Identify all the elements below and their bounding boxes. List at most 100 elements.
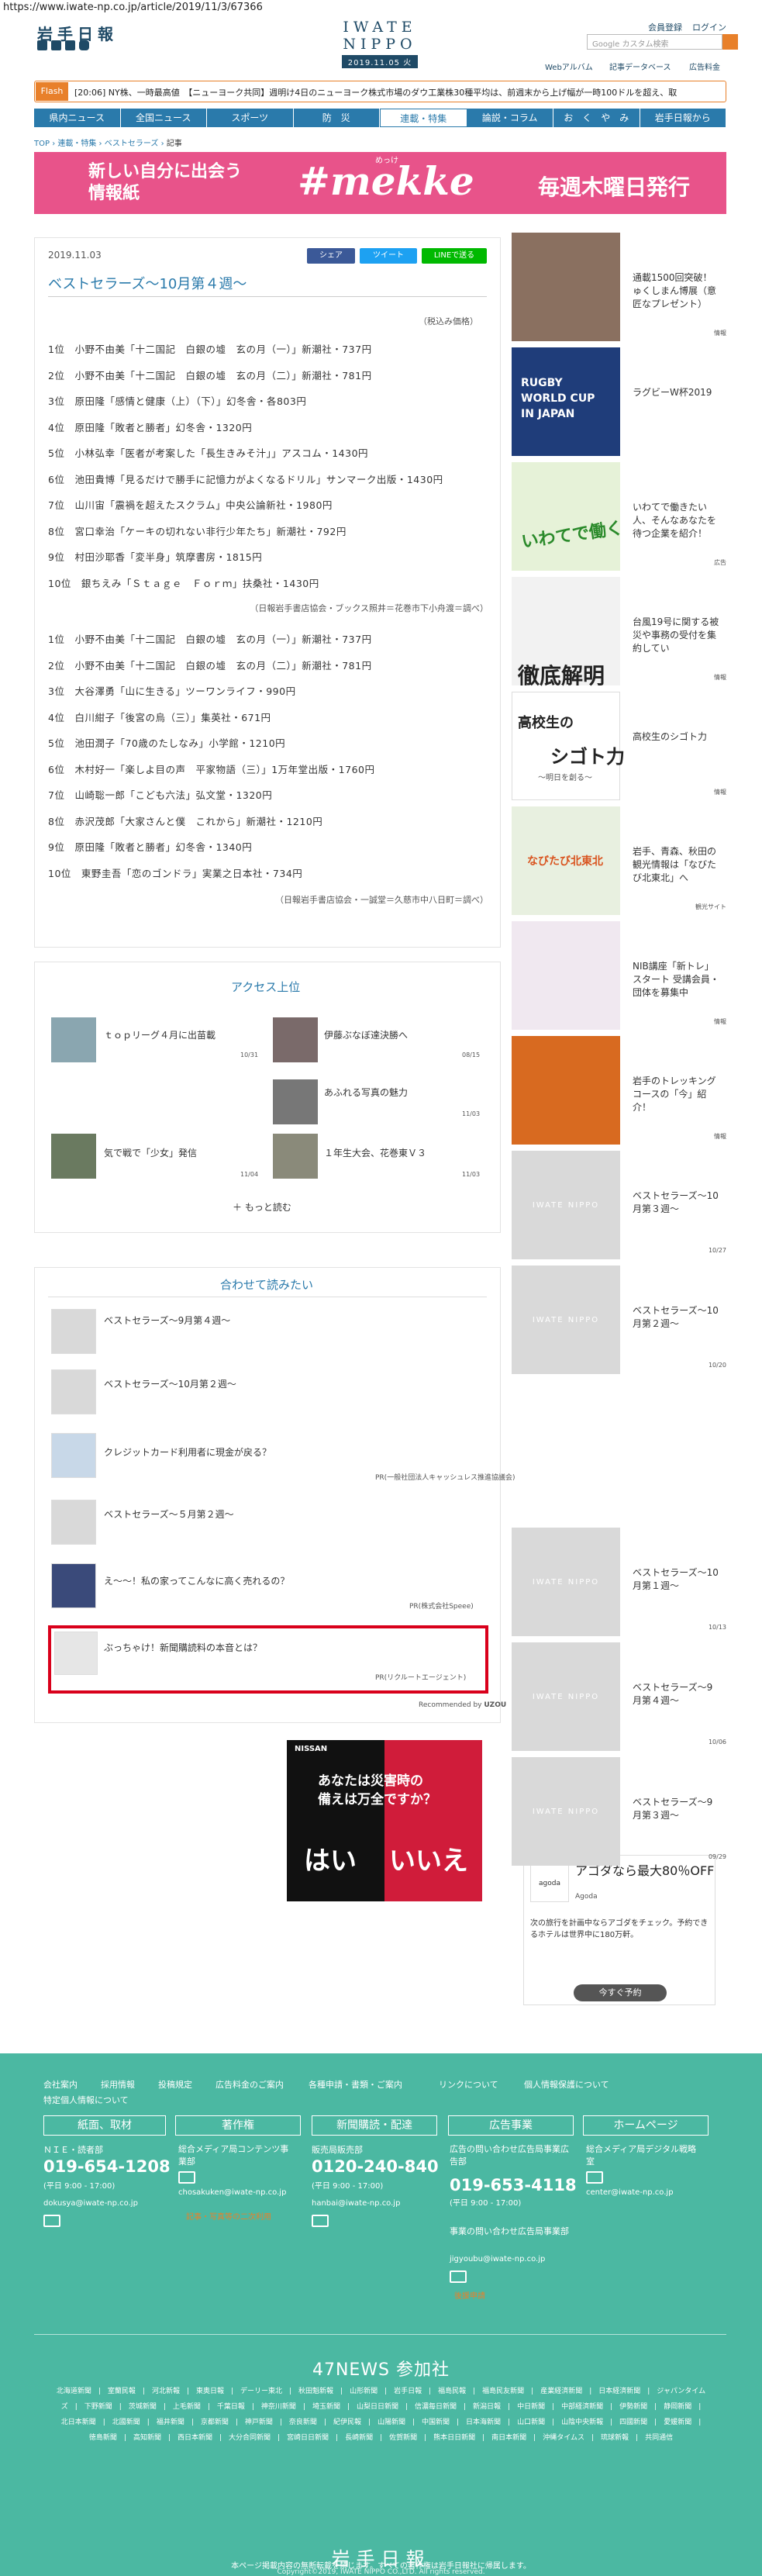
mail-icon[interactable] — [312, 2215, 329, 2227]
sidebar-thumb[interactable]: IWATE NIPPO — [512, 1642, 620, 1751]
access-item-2[interactable]: 伊藤ぶなぼ達決勝へ — [324, 1028, 408, 1041]
mail-icon[interactable] — [586, 2171, 603, 2184]
sidebar-item-title[interactable]: ベストセラーズ～9月第３週～ — [633, 1796, 719, 1822]
sidebar-thumb[interactable] — [512, 233, 620, 341]
footer-col3-tel[interactable]: 0120-240-840 — [312, 2157, 439, 2176]
related-item-5[interactable]: え～～！私の家ってこんなに高く売れるの？ — [104, 1574, 289, 1587]
access-thumb-3[interactable] — [273, 1079, 318, 1124]
member-register-link[interactable]: 会員登録 — [648, 21, 682, 33]
sidebar-thumb[interactable] — [512, 1036, 620, 1145]
sidebar-item-title[interactable]: ベストセラーズ～9月第４週～ — [633, 1681, 719, 1708]
highlighted-related-item[interactable] — [48, 1625, 488, 1694]
sidebar-item-title[interactable]: ベストセラーズ～10月第３週～ — [633, 1190, 719, 1216]
nav-item-features[interactable]: 連載・特集 — [380, 109, 467, 127]
related-item-6[interactable]: ぶっちゃけ！新聞購読料の本音とは？ — [104, 1641, 262, 1654]
footer-link-forms[interactable]: 各種申請・書類・ご案内 — [309, 2078, 402, 2091]
share-twitter-button[interactable]: ツイート — [360, 248, 417, 264]
footer-col4-mail[interactable]: jigyoubu@iwate-np.co.jp — [450, 2255, 545, 2263]
footer-col1-tel[interactable]: 019-654-1208 — [43, 2157, 171, 2176]
access-item-4[interactable]: 気で戦で「少女」発信 — [104, 1146, 197, 1159]
footer-link-adrates[interactable]: 広告料金のご案内 — [215, 2078, 284, 2091]
access-thumb-2[interactable] — [273, 1017, 318, 1062]
nav-item-column[interactable]: 論説・コラム — [467, 109, 553, 127]
site-logo[interactable]: 岩手日報 — [37, 22, 118, 44]
footer-link-submission[interactable]: 投稿規定 — [158, 2078, 192, 2091]
related-thumb-1[interactable] — [51, 1309, 96, 1354]
related-thumb-6[interactable] — [54, 1632, 98, 1675]
mail-icon[interactable] — [43, 2215, 60, 2227]
nav-item-okuyami[interactable]: お く や み — [553, 109, 640, 127]
agoda-ad[interactable]: agoda アゴダなら最大80％OFF Agoda 次の旅行を計画中ならアゴダを… — [523, 1855, 715, 2005]
footer-col2-link[interactable]: 記事・写真等の二次利用 — [186, 2210, 271, 2222]
share-line-button[interactable]: LINEで送る — [422, 248, 487, 264]
footer-link-mynumber[interactable]: 特定個人情報について — [43, 2094, 129, 2106]
mekke-banner[interactable]: 新しい自分に出会う 情報紙 めっけ #mekke 毎週木曜日発行 — [34, 152, 726, 214]
access-thumb-4[interactable] — [51, 1134, 96, 1179]
sidebar-thumb[interactable] — [512, 921, 620, 1030]
browser-url[interactable]: https://www.iwate-np.co.jp/article/2019/… — [3, 2, 263, 13]
access-item-5[interactable]: １年生大会、花巻東Ｖ３ — [324, 1146, 426, 1159]
nav-item-national[interactable]: 全国ニュース — [121, 109, 207, 127]
access-item-1[interactable]: ｔｏｐリーグ４月に出苗載 — [104, 1028, 215, 1041]
agoda-book-button[interactable]: 今すぐ予約 — [574, 1984, 667, 2001]
sidebar-thumb[interactable]: IWATE NIPPO — [512, 1757, 620, 1866]
sidebar-item-title[interactable]: 通載1500回突破！ゅくしまん博展（意匠なプレゼント） — [633, 271, 719, 311]
footer-col4-link[interactable]: 後援申請 — [454, 2289, 485, 2301]
sidebar-item-title[interactable]: 高校生のシゴト力 — [633, 730, 719, 744]
center-logo[interactable]: IWATE NIPPO 2019.11.05 火 — [302, 19, 457, 68]
access-thumb-1[interactable] — [51, 1017, 96, 1062]
sidebar-thumb[interactable]: IWATE NIPPO — [512, 1151, 620, 1259]
footer-col5-mail[interactable]: center@iwate-np.co.jp — [586, 2188, 674, 2197]
facebook-icon[interactable] — [51, 40, 61, 50]
footer-col1-mail[interactable]: dokusya@iwate-np.co.jp — [43, 2199, 138, 2208]
header-link-database[interactable]: 記事データベース — [609, 60, 671, 72]
search-input[interactable]: Google カスタム検索 — [587, 34, 722, 50]
more-link[interactable]: ＋ もっと読む — [233, 1200, 291, 1214]
flash-text[interactable]: [20:06] NY株、一時最高値 【ニューヨーク共同】週明け4日のニューヨーク… — [74, 86, 722, 98]
sidebar-item-title[interactable]: 岩手のトレッキングコースの「今」紹介！ — [633, 1075, 719, 1114]
login-link[interactable]: ログイン — [692, 21, 726, 33]
twitter-icon[interactable] — [37, 40, 47, 50]
footer-link-recruit[interactable]: 採用情報 — [101, 2078, 135, 2091]
related-thumb-3[interactable] — [51, 1433, 96, 1478]
sidebar-item-title[interactable]: ラグビーW杯2019 — [633, 386, 719, 399]
instagram-icon[interactable] — [79, 40, 89, 50]
breadcrumb-features[interactable]: 連載・特集 — [57, 140, 96, 148]
sidebar-thumb[interactable]: IWATE NIPPO — [512, 1266, 620, 1374]
footer-link-linking[interactable]: リンクについて — [439, 2078, 498, 2091]
related-thumb-5[interactable] — [51, 1563, 96, 1608]
related-item-4[interactable]: ベストセラーズ～５月第２週～ — [104, 1507, 234, 1521]
access-item-3[interactable]: あふれる写真の魅力 — [324, 1086, 408, 1099]
nav-item-sports[interactable]: スポーツ — [207, 109, 294, 127]
footer-link-company[interactable]: 会社案内 — [43, 2078, 78, 2091]
sidebar-item-title[interactable]: 台風19号に関する被災や事務の受付を集約してい — [633, 616, 719, 655]
sidebar-item-title[interactable]: ベストセラーズ～10月第２週～ — [633, 1304, 719, 1331]
access-thumb-5[interactable] — [273, 1134, 318, 1179]
nav-item-from-nippo[interactable]: 岩手日報から — [640, 109, 726, 127]
related-item-2[interactable]: ベストセラーズ～10月第２週～ — [104, 1377, 236, 1390]
mail-icon[interactable] — [178, 2171, 195, 2184]
sidebar-thumb[interactable]: IWATE NIPPO — [512, 1528, 620, 1636]
footer-col4-tel[interactable]: 019-653-4118 — [450, 2176, 577, 2194]
footer-col2-mail[interactable]: chosakuken@iwate-np.co.jp — [178, 2188, 286, 2197]
nissan-ad[interactable]: NISSAN あなたは災害時の 備えは万全ですか？ はい いいえ — [287, 1740, 482, 1901]
breadcrumb-bestsellers[interactable]: ベストセラーズ — [105, 140, 159, 148]
header-link-ad[interactable]: 広告料金 — [689, 60, 720, 72]
nav-item-bousai[interactable]: 防 災 — [294, 109, 380, 127]
sidebar-item-title[interactable]: いわてで働きたい人、そんなあなたを待つ企業を紹介！ — [633, 501, 719, 540]
related-item-1[interactable]: ベストセラーズ～9月第４週～ — [104, 1314, 230, 1327]
related-thumb-4[interactable] — [51, 1500, 96, 1545]
footer-col3-mail[interactable]: hanbai@iwate-np.co.jp — [312, 2199, 400, 2208]
line-icon[interactable] — [65, 40, 75, 50]
mail-icon[interactable] — [450, 2270, 467, 2283]
search-button[interactable] — [722, 34, 738, 50]
share-facebook-button[interactable]: シェア — [307, 248, 355, 264]
header-link-album[interactable]: Webアルバム — [545, 60, 593, 72]
nav-item-local[interactable]: 県内ニュース — [34, 109, 121, 127]
related-thumb-2[interactable] — [51, 1369, 96, 1414]
sidebar-item-title[interactable]: NIB講座「新トレ」スタート 受講会員・団体を募集中 — [633, 960, 719, 1000]
sidebar-item-title[interactable]: ベストセラーズ～10月第１週～ — [633, 1566, 719, 1593]
sidebar-item-title[interactable]: 岩手、青森、秋田の観光情報は「なびたび北東北」へ — [633, 845, 719, 885]
breadcrumb-top[interactable]: TOP — [34, 140, 50, 148]
footer-link-privacy[interactable]: 個人情報保護について — [524, 2078, 609, 2091]
